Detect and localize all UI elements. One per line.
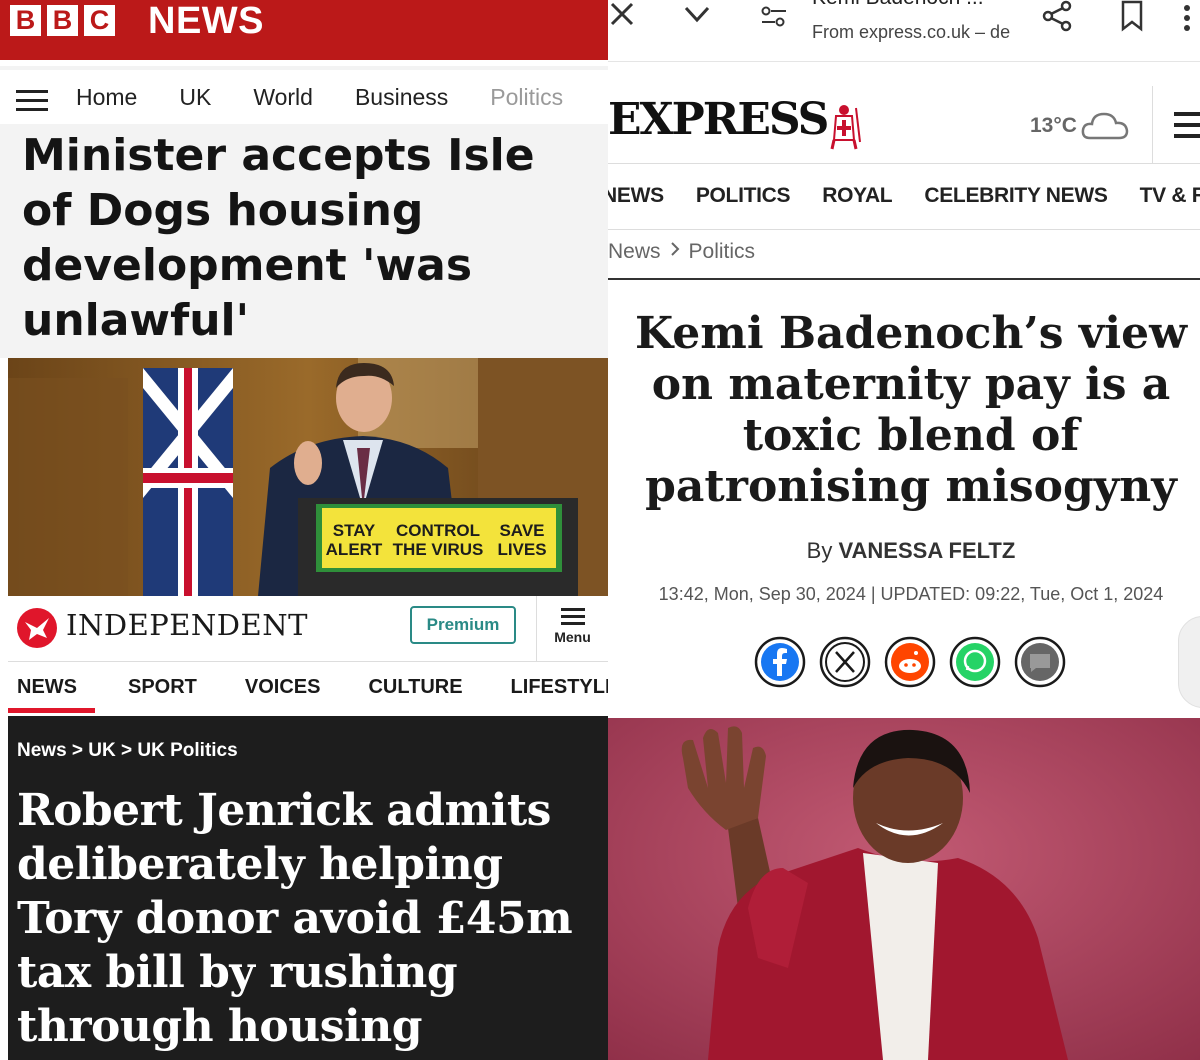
cloud-icon <box>1080 106 1130 142</box>
hamburger-menu-icon[interactable] <box>16 90 48 112</box>
bbc-news-screenshot: B B C NEWS Home UK World Business Politi… <box>0 0 608 358</box>
comments-icon[interactable] <box>1014 636 1066 688</box>
independent-nav: NEWS SPORT VOICES CULTURE LIFESTYLE <box>8 662 608 716</box>
close-icon[interactable] <box>608 0 638 39</box>
publish-date: 13:42, Mon, Sep 30, 2024 | UPDATED: 09:2… <box>658 584 1164 604</box>
divider <box>1152 86 1153 164</box>
indy-nav-lifestyle[interactable]: LIFESTYLE <box>511 662 608 716</box>
bbc-news-wordmark: NEWS <box>148 0 264 42</box>
bbc-nav-uk[interactable]: UK <box>179 84 211 111</box>
independent-header: INDEPENDENT Premium Menu <box>8 596 608 662</box>
express-header: EXPRESS 13°C <box>608 86 1200 164</box>
author-link[interactable]: VANESSA FELTZ <box>838 538 1015 563</box>
x-icon[interactable] <box>819 636 871 688</box>
bbc-header: B B C NEWS <box>0 0 608 66</box>
press-conference-image: STAY ALERT CONTROL THE VIRUS SAVE LIVES <box>8 358 608 596</box>
express-nav-tv-radio[interactable]: TV & RADIO <box>1140 184 1200 208</box>
bbc-logo-block: C <box>84 5 115 36</box>
bbc-logo-block: B <box>10 5 41 36</box>
sign-left-line2: ALERT <box>326 540 383 559</box>
chevron-right-icon <box>669 240 681 264</box>
breadcrumb[interactable]: News > UK > UK Politics <box>17 740 238 762</box>
badenoch-image <box>608 718 1200 1060</box>
express-nav-news[interactable]: NEWS <box>608 184 664 208</box>
independent-headline: Robert Jenrick admits deliberately helpi… <box>17 785 573 1060</box>
independent-article-header: News > UK > UK Politics Robert Jenrick a… <box>8 716 608 1060</box>
tune-icon[interactable] <box>760 4 788 28</box>
bookmark-icon[interactable] <box>1118 0 1146 32</box>
badenoch-photo <box>608 718 1200 1060</box>
independent-wordmark[interactable]: INDEPENDENT <box>66 608 308 642</box>
bbc-nav-home[interactable]: Home <box>76 84 137 111</box>
express-headline: Kemi Badenoch’s view on maternity pay is… <box>635 308 1187 512</box>
floating-action-button[interactable] <box>1178 616 1200 708</box>
breadcrumb: News Politics <box>608 240 755 264</box>
independent-screenshot: INDEPENDENT Premium Menu NEWS SPORT VOIC… <box>8 596 608 1060</box>
express-nav-celebrity[interactable]: CELEBRITY NEWS <box>924 184 1108 208</box>
sign-right-line2: LIVES <box>497 540 546 559</box>
breadcrumb-news[interactable]: News <box>608 240 661 264</box>
indy-nav-voices[interactable]: VOICES <box>245 662 321 716</box>
express-nav-politics[interactable]: POLITICS <box>696 184 791 208</box>
bbc-nav-politics[interactable]: Politics <box>490 84 563 111</box>
reddit-icon[interactable] <box>884 636 936 688</box>
express-nav-royal[interactable]: ROYAL <box>822 184 892 208</box>
independent-eagle-icon[interactable] <box>17 608 57 648</box>
menu-label: Menu <box>554 629 591 645</box>
url-display[interactable]: From express.co.uk – de <box>812 22 1010 43</box>
union-flag <box>143 368 233 596</box>
stay-alert-sign: STAY ALERT CONTROL THE VIRUS SAVE LIVES <box>316 504 562 572</box>
temperature: 13°C <box>1030 114 1077 137</box>
hamburger-menu-icon <box>560 608 585 625</box>
share-bar <box>754 636 1066 688</box>
chevron-down-icon[interactable] <box>682 0 710 28</box>
menu-button[interactable]: Menu <box>536 596 608 662</box>
share-icon[interactable] <box>1040 0 1074 32</box>
divider <box>0 60 608 66</box>
byline-prefix: By <box>806 538 833 563</box>
sign-right-line1: SAVE <box>499 521 544 540</box>
divider <box>608 278 1200 280</box>
hamburger-menu-icon[interactable] <box>1174 112 1200 145</box>
sign-middle-line2: THE VIRUS <box>393 540 484 559</box>
breadcrumb-politics[interactable]: Politics <box>689 240 756 264</box>
express-nav: NEWS POLITICS ROYAL CELEBRITY NEWS TV & … <box>608 166 1200 230</box>
page-title: Kemi Badenoch ... <box>812 0 984 10</box>
express-wordmark[interactable]: EXPRESS <box>608 94 829 145</box>
bbc-logo[interactable]: B B C <box>10 5 115 36</box>
bbc-nav: Home UK World Business Politics <box>0 70 608 124</box>
more-icon[interactable] <box>1182 4 1192 41</box>
crusader-icon <box>824 102 864 150</box>
express-screenshot: Kemi Badenoch ... From express.co.uk – d… <box>608 0 1200 718</box>
sign-middle-line1: CONTROL <box>396 521 480 540</box>
indy-nav-sport[interactable]: SPORT <box>128 662 197 716</box>
bbc-nav-world[interactable]: World <box>253 84 313 111</box>
byline: By VANESSA FELTZ <box>608 538 1200 564</box>
browser-toolbar: Kemi Badenoch ... From express.co.uk – d… <box>608 0 1200 62</box>
bbc-nav-business[interactable]: Business <box>355 84 448 111</box>
indy-nav-culture[interactable]: CULTURE <box>368 662 462 716</box>
whatsapp-icon[interactable] <box>949 636 1001 688</box>
facebook-icon[interactable] <box>754 636 806 688</box>
bbc-logo-block: B <box>47 5 78 36</box>
premium-button[interactable]: Premium <box>410 606 516 644</box>
active-tab-indicator <box>8 708 95 713</box>
bbc-headline: Minister accepts Isle of Dogs housing de… <box>22 130 535 346</box>
sign-left-line1: STAY <box>333 521 376 540</box>
press-conference-photo: STAY ALERT CONTROL THE VIRUS SAVE LIVES <box>8 358 608 596</box>
